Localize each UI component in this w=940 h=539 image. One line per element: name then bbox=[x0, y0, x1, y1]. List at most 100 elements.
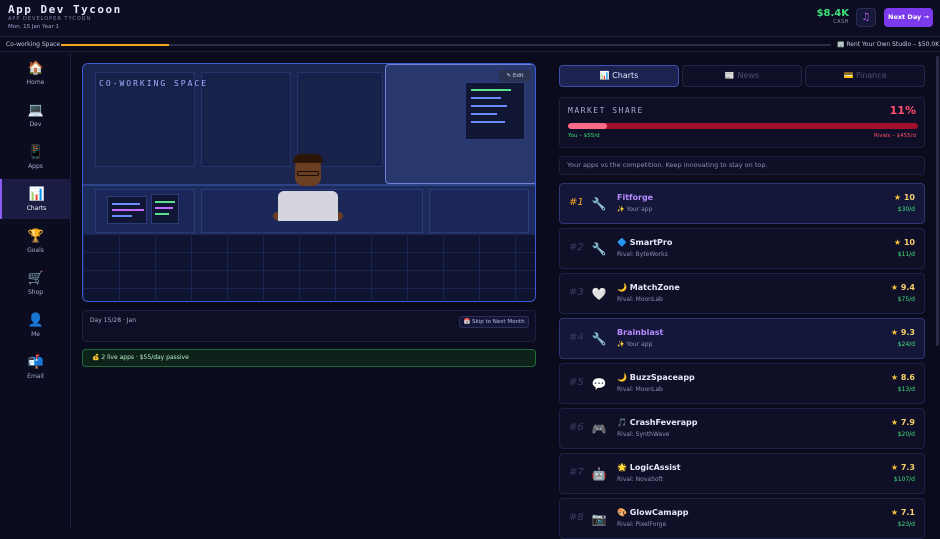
app-score: ★ 7.1 bbox=[891, 508, 915, 517]
ranking-row[interactable]: #8 📷 🎨 GlowCamapp Rival: PixelForge ★ 7.1 $23… bbox=[559, 498, 925, 539]
app-name-text: LogicAssist bbox=[629, 463, 681, 472]
character-body bbox=[278, 191, 338, 221]
sidebar-item-shop[interactable]: 🛒 Shop bbox=[0, 263, 71, 303]
company-badge-icon: 🌟 bbox=[617, 463, 627, 472]
camera-icon: 📷 bbox=[591, 512, 607, 526]
star-icon: ★ bbox=[890, 508, 899, 517]
ranking-row[interactable]: #2 🔧 🔷 SmartPro Rival: ByteWorks ★ 10 $11/d bbox=[559, 228, 925, 269]
market-share-percent: 11% bbox=[889, 104, 916, 117]
app-score-value: 9.4 bbox=[900, 283, 915, 292]
rank-number: #4 bbox=[569, 332, 584, 343]
app-name: 🌙 MatchZone bbox=[617, 283, 680, 292]
scrollbar[interactable] bbox=[936, 56, 939, 346]
card-icon: 💳 bbox=[843, 71, 854, 80]
app-name: 🌙 BuzzSpaceapp bbox=[617, 373, 695, 382]
sidebar-item-dev[interactable]: 💻 Dev bbox=[0, 95, 71, 135]
rank-number: #7 bbox=[569, 467, 584, 478]
rank-number: #8 bbox=[569, 512, 584, 523]
star-icon: ★ bbox=[890, 418, 899, 427]
ranking-row[interactable]: #6 🎮 🎵 CrashFeverapp Rival: SynthWave ★ 7.9 $… bbox=[559, 408, 925, 449]
next-office-text: Rent Your Own Studio – $50.0K bbox=[846, 41, 940, 48]
ranking-row[interactable]: #5 💬 🌙 BuzzSpaceapp Rival: MoonLab ★ 8.6 $13/… bbox=[559, 363, 925, 404]
character-hair bbox=[293, 154, 323, 163]
next-day-button[interactable]: Next Day → bbox=[884, 8, 933, 27]
app-name-text: SmartPro bbox=[629, 238, 673, 247]
app-name-text: MatchZone bbox=[629, 283, 680, 292]
scene-title: CO-WORKING SPACE bbox=[99, 79, 209, 88]
robot-icon: 🤖 bbox=[591, 467, 607, 481]
app-name: 🎨 GlowCamapp bbox=[617, 508, 688, 517]
ranking-row[interactable]: #3 🤍 🌙 MatchZone Rival: MoonLab ★ 9.4 $75/d bbox=[559, 273, 925, 314]
music-toggle-button[interactable]: ♫ bbox=[856, 8, 876, 27]
company-badge-icon: 🌙 bbox=[617, 373, 627, 382]
sidebar-item-label: Apps bbox=[28, 163, 43, 170]
sidebar-item-label: Me bbox=[31, 331, 40, 338]
gamepad-icon: 🎮 bbox=[591, 422, 607, 436]
sidebar-item-label: Charts bbox=[26, 205, 47, 212]
sidebar-nav: 🏠 Home 💻 Dev 📱 Apps 📊 Charts 🏆 Goals 🛒 Shop 👤 Me 📬 Emai… bbox=[0, 53, 71, 529]
app-owner: Rival: MoonLab bbox=[617, 386, 663, 393]
app-owner: Rival: PixelForge bbox=[617, 521, 667, 528]
rank-number: #2 bbox=[569, 242, 584, 253]
office-progress: Co-working Space 🏢 Rent Your Own Studio … bbox=[0, 38, 940, 52]
rank-number: #1 bbox=[569, 197, 584, 208]
ranking-row[interactable]: #1 🔧 Fitforge ✨ Your app ★ 10 $30/d bbox=[559, 183, 925, 224]
sidebar-item-label: Shop bbox=[27, 289, 44, 296]
day-panel: Day 15/28 · Jan 📅 Skip to Next Month bbox=[82, 310, 536, 342]
market-share-panel: MARKET SHARE 11% You – $55/d Rivals – $4… bbox=[559, 97, 925, 148]
app-revenue: $107/d bbox=[893, 476, 915, 483]
cart-icon: 🛒 bbox=[27, 271, 44, 286]
edit-scene-button[interactable]: ✎ Edit bbox=[499, 70, 531, 82]
chart-icon: 📊 bbox=[28, 187, 45, 202]
rank-number: #5 bbox=[569, 377, 584, 388]
office-progress-fill bbox=[61, 44, 169, 46]
rank-number: #6 bbox=[569, 422, 584, 433]
rivals-revenue-label: Rivals – $455/d bbox=[874, 133, 916, 139]
pencil-icon: ✎ bbox=[506, 73, 512, 79]
competition-note: Your apps vs the competition. Keep innov… bbox=[559, 156, 925, 175]
sidebar-item-apps[interactable]: 📱 Apps bbox=[0, 137, 71, 177]
sidebar-item-home[interactable]: 🏠 Home bbox=[0, 53, 71, 93]
newspaper-icon: 📰 bbox=[724, 71, 735, 80]
skip-to-next-month-button[interactable]: 📅 Skip to Next Month bbox=[459, 316, 529, 328]
app-owner: Rival: ByteWorks bbox=[617, 251, 668, 258]
app-revenue: $20/d bbox=[897, 431, 915, 438]
sidebar-item-email[interactable]: 📬 Email bbox=[0, 347, 71, 387]
app-name: 🎵 CrashFeverapp bbox=[617, 418, 697, 427]
tab-label: News bbox=[737, 71, 760, 80]
star-icon: ★ bbox=[890, 283, 899, 292]
tab-news[interactable]: 📰 News bbox=[682, 65, 802, 87]
app-revenue: $30/d bbox=[897, 206, 915, 213]
person-icon: 👤 bbox=[27, 313, 44, 328]
ranking-row[interactable]: #4 🔧 Brainblast ✨ Your app ★ 9.3 $24/d bbox=[559, 318, 925, 359]
app-revenue: $13/d bbox=[897, 386, 915, 393]
sidebar-item-charts[interactable]: 📊 Charts bbox=[0, 179, 71, 219]
app-name-text: CrashFeverapp bbox=[629, 418, 698, 427]
game-date: Mon, 15 Jan Year 1 bbox=[8, 24, 59, 30]
tab-charts[interactable]: 📊 Charts bbox=[559, 65, 679, 87]
app-name: Fitforge bbox=[617, 193, 653, 202]
house-icon: 🏠 bbox=[27, 61, 44, 76]
calendar-icon: 📅 bbox=[463, 319, 471, 325]
app-revenue: $23/d bbox=[897, 521, 915, 528]
sidebar-item-label: Dev bbox=[29, 121, 42, 128]
desk-monitor bbox=[107, 196, 147, 224]
wrench-icon: 🔧 bbox=[591, 332, 607, 346]
ranking-row[interactable]: #7 🤖 🌟 LogicAssist Rival: NovaSoft ★ 7.3 $107… bbox=[559, 453, 925, 494]
app-owner: ✨ Your app bbox=[617, 206, 653, 213]
sidebar-item-me[interactable]: 👤 Me bbox=[0, 305, 71, 345]
skip-label: Skip to Next Month bbox=[472, 319, 525, 325]
app-owner: Rival: MoonLab bbox=[617, 296, 663, 303]
app-name-text: GlowCamapp bbox=[629, 508, 689, 517]
desk-monitor bbox=[151, 194, 179, 224]
music-note-icon: ♫ bbox=[861, 12, 871, 23]
current-office-label: Co-working Space bbox=[6, 41, 61, 48]
app-name-text: Brainblast bbox=[617, 328, 664, 337]
sidebar-item-goals[interactable]: 🏆 Goals bbox=[0, 221, 71, 261]
speech-bubble-icon: 💬 bbox=[591, 377, 607, 391]
chart-icon: 📊 bbox=[599, 71, 610, 80]
app-name-text: BuzzSpaceapp bbox=[629, 373, 695, 382]
market-share-bar bbox=[568, 123, 918, 129]
tab-finance[interactable]: 💳 Finance bbox=[805, 65, 925, 87]
app-score: ★ 10 bbox=[894, 193, 915, 202]
